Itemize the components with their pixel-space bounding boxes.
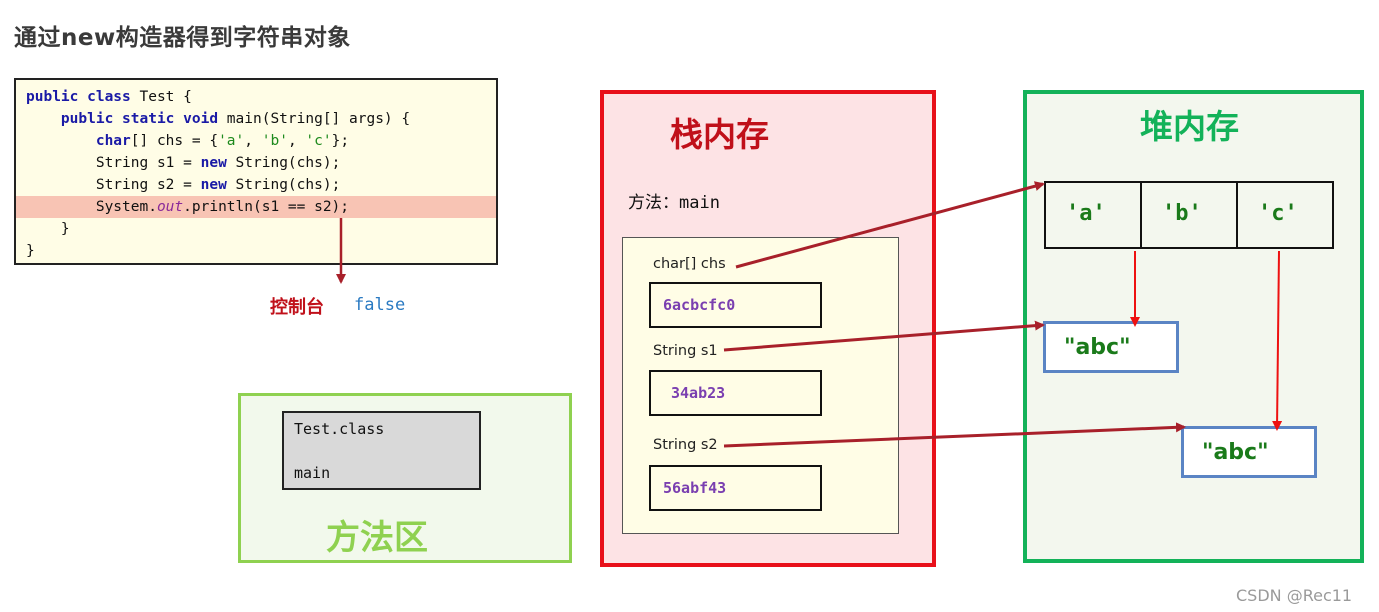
code-line: } <box>16 218 496 240</box>
code-line-highlighted: System.out.println(s1 == s2); <box>16 196 496 218</box>
code-token: [] chs = { <box>130 133 219 149</box>
console-label: 控制台 <box>270 297 324 318</box>
address-box-s2: 56abf43 <box>649 465 822 511</box>
method-area-label: 方法区 <box>326 518 428 558</box>
code-token: main(String[] args) { <box>218 111 411 127</box>
code-token: out <box>156 199 184 215</box>
code-token: new <box>200 155 227 171</box>
code-token: } <box>26 243 35 259</box>
string-object-value: "abc" <box>1202 440 1269 465</box>
code-token: String(chs); <box>226 155 341 171</box>
code-line: public class Test { <box>16 86 496 108</box>
stack-memory-label: 栈内存 <box>670 115 769 154</box>
code-token: String(chs); <box>226 177 341 193</box>
array-cell-value: 'b' <box>1162 201 1202 226</box>
watermark: CSDN @Rec11 <box>1236 586 1353 605</box>
address-value: 56abf43 <box>663 479 727 497</box>
array-cell: 'c' <box>1238 183 1332 247</box>
array-cell-value: 'c' <box>1258 201 1298 226</box>
address-box-chs: 6acbcfc0 <box>649 282 822 328</box>
array-cell: 'b' <box>1142 183 1238 247</box>
var-label-s2: String s2 <box>653 437 718 453</box>
stack-method-label: 方法：main <box>628 188 720 213</box>
code-token: 'b' <box>261 133 288 149</box>
array-cell: 'a' <box>1046 183 1142 247</box>
heap-memory-label: 堆内存 <box>1140 107 1239 146</box>
code-line: char[] chs = {'a', 'b', 'c'}; <box>16 130 496 152</box>
code-line: } <box>16 240 496 262</box>
code-token: .println(s1 == s2); <box>183 199 350 215</box>
console-output: false <box>354 295 406 315</box>
code-token: System. <box>26 199 157 215</box>
string-object-2: "abc" <box>1181 426 1317 478</box>
var-label-chs: char[] chs <box>653 256 726 272</box>
var-label-s1: String s1 <box>653 343 718 359</box>
code-panel: public class Test { public static void m… <box>14 78 498 265</box>
code-token: char <box>95 133 131 149</box>
code-line: String s1 = new String(chs); <box>16 152 496 174</box>
method-prefix: 方法： <box>628 193 679 213</box>
address-value: 6acbcfc0 <box>663 296 736 314</box>
string-object-value: "abc" <box>1064 335 1131 360</box>
code-line: public static void main(String[] args) { <box>16 108 496 130</box>
code-token: new <box>200 177 227 193</box>
address-box-s1: 34ab23 <box>649 370 822 416</box>
code-line: String s2 = new String(chs); <box>16 174 496 196</box>
code-token: 'c' <box>305 133 332 149</box>
method-name: main <box>679 193 720 213</box>
code-token: }; <box>331 133 350 149</box>
code-token: public static void <box>60 111 219 127</box>
code-token: public class <box>26 89 131 105</box>
code-token: , <box>287 133 306 149</box>
code-token: String s2 = <box>26 177 201 193</box>
code-token: 'a' <box>218 133 245 149</box>
code-token: , <box>244 133 262 149</box>
code-token: String s1 = <box>26 155 201 171</box>
array-cell-value: 'a' <box>1066 201 1106 226</box>
page-title: 通过new构造器得到字符串对象 <box>14 25 351 51</box>
address-value: 34ab23 <box>671 384 726 402</box>
string-object-1: "abc" <box>1043 321 1179 373</box>
char-array-object: 'a' 'b' 'c' <box>1044 181 1334 249</box>
code-token: Test { <box>130 89 192 105</box>
class-method: main <box>294 464 331 482</box>
code-token: } <box>26 221 70 237</box>
class-info-box: Test.class main <box>282 411 481 490</box>
class-name: Test.class <box>294 420 385 438</box>
